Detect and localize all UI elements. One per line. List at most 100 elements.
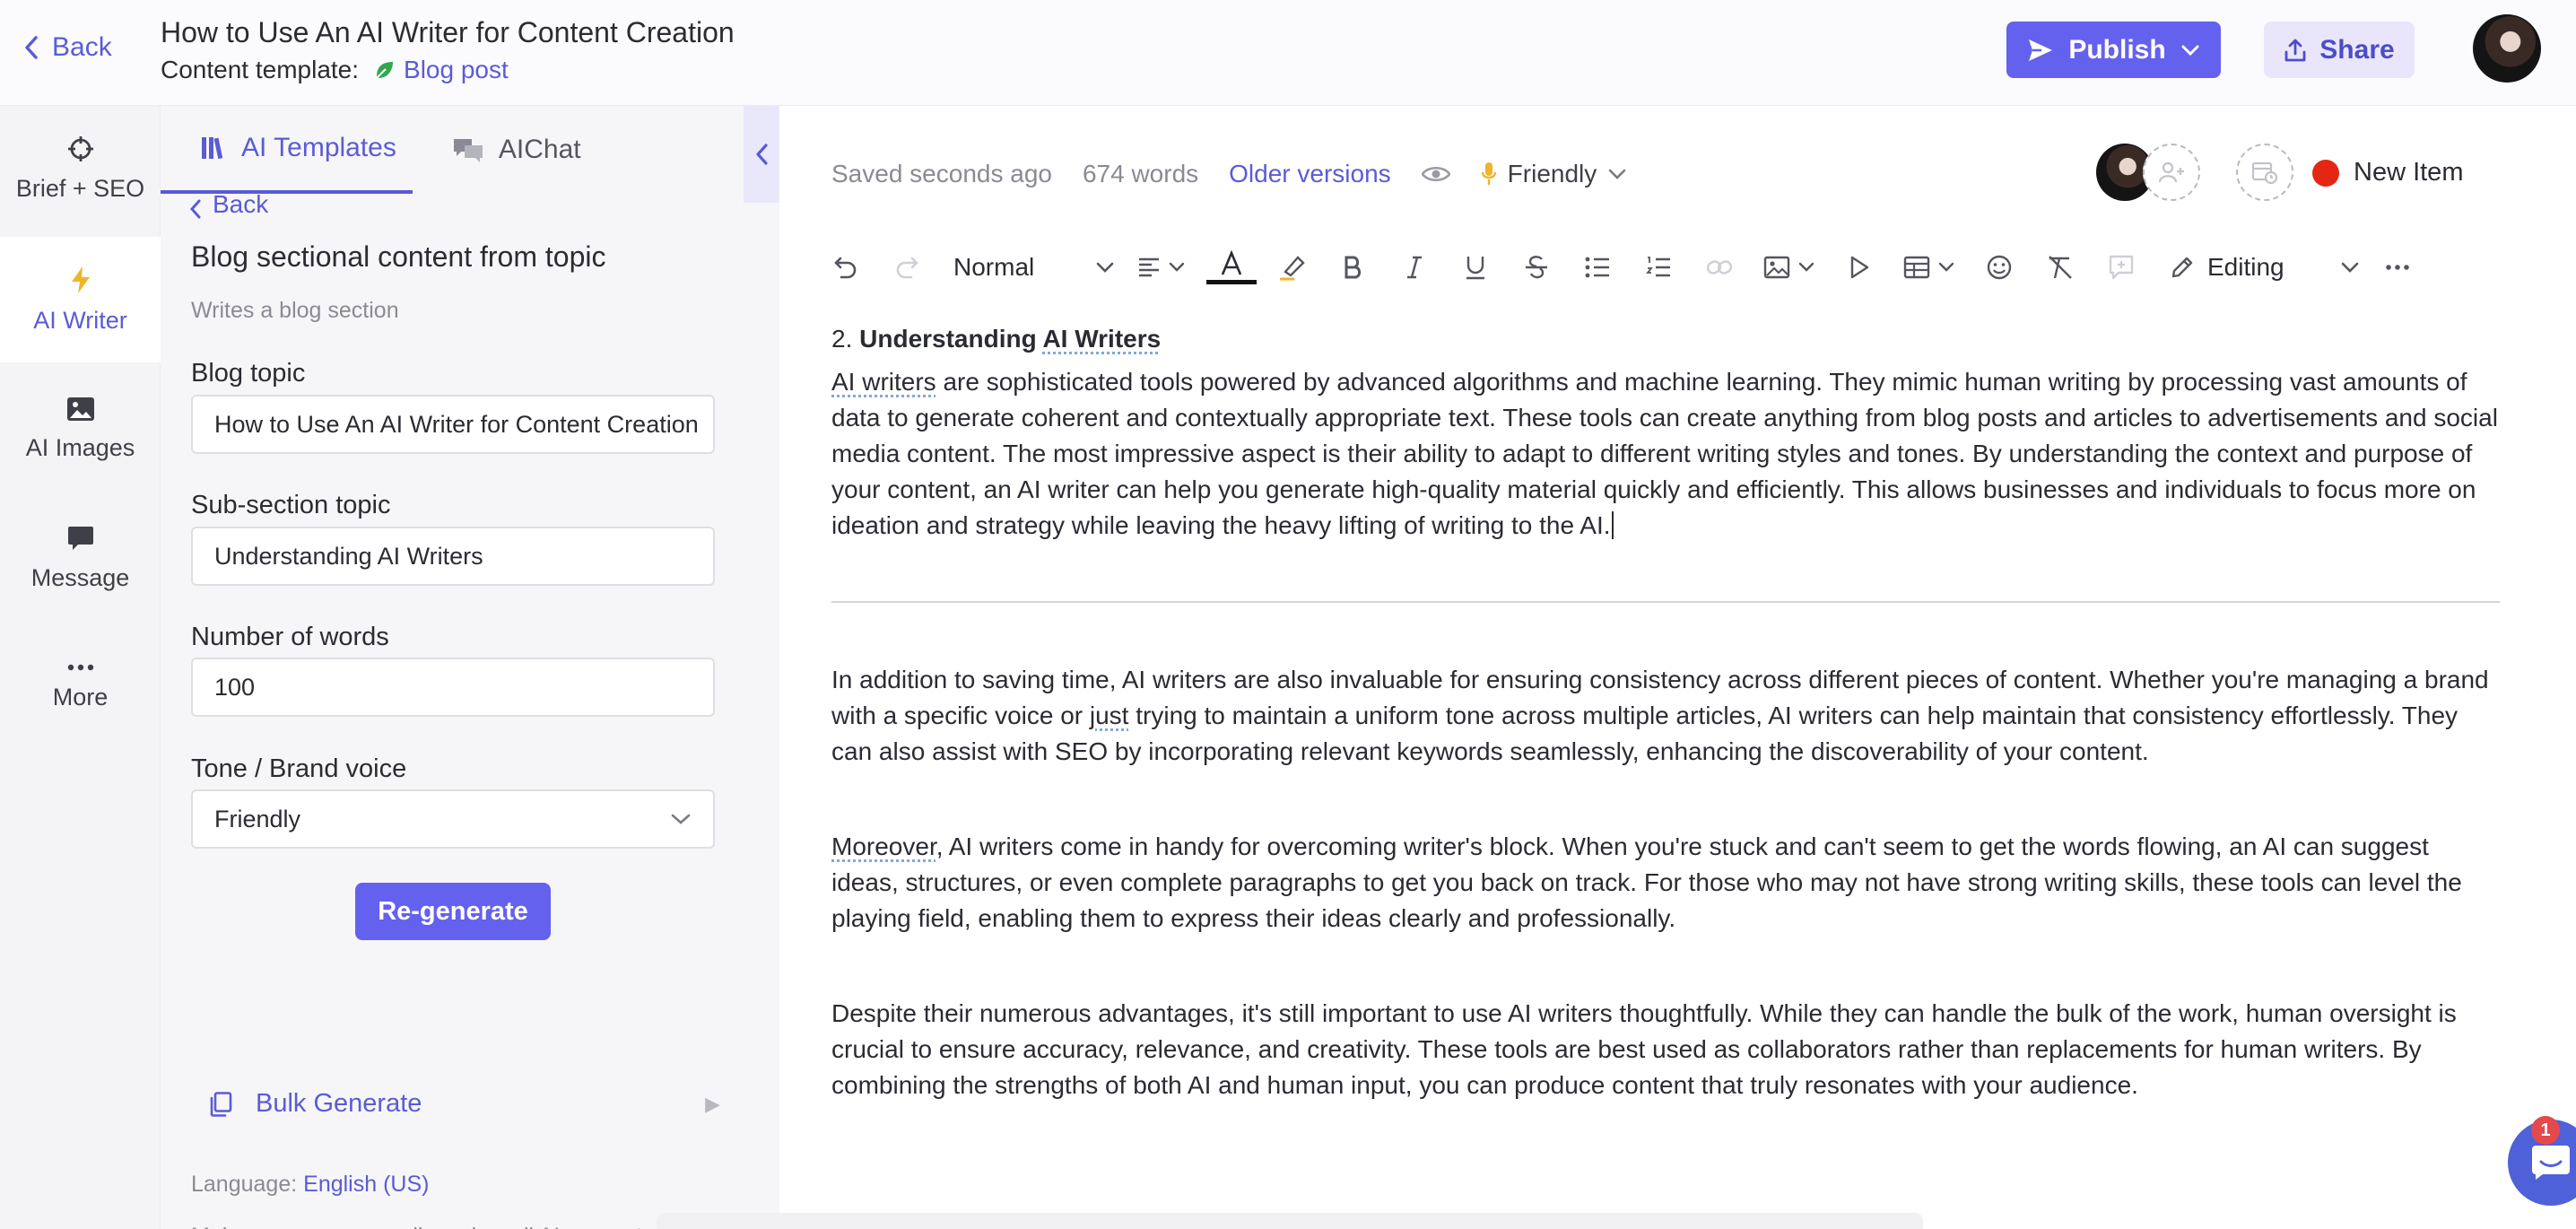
emoji-button[interactable] — [1969, 240, 2030, 294]
document-body[interactable]: 2. Understanding AI Writers AI writers a… — [831, 321, 2500, 1103]
paragraph-3-marked: Moreover — [831, 832, 936, 860]
regenerate-button[interactable]: Re-generate — [355, 883, 551, 940]
user-avatar[interactable] — [2473, 14, 2541, 83]
more-options-button[interactable] — [2367, 240, 2428, 294]
saved-status: Saved seconds ago — [831, 160, 1052, 187]
collapse-panel-button[interactable] — [744, 106, 779, 203]
rail-item-brief-seo[interactable]: Brief + SEO — [0, 106, 161, 231]
underline-icon — [1466, 257, 1484, 280]
chevron-left-icon — [756, 144, 768, 165]
number-of-words-input[interactable]: 100 — [191, 658, 715, 717]
share-icon — [2284, 39, 2306, 61]
rail-label: AI Images — [25, 433, 135, 461]
tab-ai-templates[interactable]: AI Templates — [161, 106, 413, 194]
chevron-left-icon — [189, 199, 201, 219]
add-collaborator-button[interactable] — [2143, 144, 2200, 201]
blog-topic-input[interactable]: How to Use An AI Writer for Content Crea… — [191, 395, 715, 454]
tone-dropdown[interactable]: Friendly — [1481, 160, 1628, 188]
align-left-icon — [1139, 257, 1159, 277]
chevron-down-icon — [1169, 262, 1185, 272]
back-button[interactable]: Back — [23, 32, 112, 63]
rail-label: More — [52, 683, 109, 710]
content-template-value: Blog post — [404, 56, 509, 83]
rail-item-ai-writer[interactable]: AI Writer — [0, 237, 161, 362]
image-icon — [66, 397, 94, 421]
chevron-down-icon — [1938, 262, 1954, 272]
insert-image-dropdown[interactable] — [1750, 240, 1829, 294]
comment-button[interactable] — [2091, 240, 2152, 294]
chat-bubble-icon — [67, 526, 93, 550]
number-of-words-label: Number of words — [191, 623, 389, 651]
paragraph-4: Despite their numerous advantages, it's … — [831, 999, 2457, 1099]
schedule-button[interactable] — [2236, 144, 2293, 201]
rail-item-more[interactable]: More — [0, 624, 161, 750]
content-template-label: Content template: — [161, 56, 360, 83]
rail-label: Message — [30, 563, 130, 591]
add-user-icon — [2158, 161, 2184, 183]
paragraph-1: AI writers are sophisticated tools power… — [831, 364, 2500, 544]
top-header: Back How to Use An AI Writer for Content… — [0, 0, 2576, 106]
chevron-down-icon — [1608, 169, 1626, 179]
word-count: 674 words — [1082, 160, 1199, 187]
align-dropdown[interactable] — [1122, 240, 1201, 294]
undo-button[interactable] — [815, 240, 876, 294]
paragraph-3-text: , AI writers come in handy for overcomin… — [831, 832, 2462, 932]
status-new-item[interactable]: New Item — [2312, 158, 2463, 187]
panel-back-link[interactable]: Back — [189, 192, 268, 219]
rail-item-message[interactable]: Message — [0, 495, 161, 621]
heading-number: 2. — [831, 325, 853, 353]
comment-add-icon — [2109, 255, 2134, 280]
subsection-topic-label: Sub-section topic — [191, 491, 391, 519]
italic-button[interactable] — [1384, 240, 1445, 294]
highlight-button[interactable] — [1262, 240, 1323, 294]
link-icon — [1706, 260, 1733, 275]
bullet-list-button[interactable] — [1567, 240, 1628, 294]
publish-button[interactable]: Publish — [2006, 22, 2221, 78]
heading-text: Understanding — [859, 325, 1043, 353]
tone-select[interactable]: Friendly — [191, 789, 715, 849]
subsection-topic-input[interactable]: Understanding AI Writers — [191, 527, 715, 586]
clear-format-button[interactable] — [2030, 240, 2091, 294]
review-disclaimer: Make sure you manually review all AI gen… — [191, 1218, 729, 1229]
smiley-icon — [1987, 255, 2012, 280]
strikethrough-button[interactable] — [1506, 240, 1567, 294]
language-value[interactable]: English (US) — [303, 1172, 429, 1197]
underline-button[interactable] — [1445, 240, 1506, 294]
text-color-button[interactable] — [1201, 240, 1262, 294]
insert-video-button[interactable] — [1829, 240, 1890, 294]
paragraph-1-text: are sophisticated tools powered by advan… — [831, 368, 2498, 539]
bulk-generate-row[interactable]: Bulk Generate ▶ — [209, 1089, 720, 1119]
bulk-generate-label: Bulk Generate — [256, 1089, 422, 1118]
text-style-select[interactable]: Normal — [937, 240, 1122, 294]
redo-button[interactable] — [876, 240, 937, 294]
chat-icon — [453, 139, 483, 162]
template-subtitle: Writes a blog section — [191, 298, 399, 323]
bold-icon — [1345, 256, 1362, 279]
content-template-link[interactable]: Blog post — [373, 56, 509, 84]
left-rail: Brief + SEO AI Writer AI Images Message … — [0, 106, 161, 1229]
insert-table-dropdown[interactable] — [1890, 240, 1969, 294]
rail-item-ai-images[interactable]: AI Images — [0, 366, 161, 492]
bold-button[interactable] — [1323, 240, 1384, 294]
numbered-list-button[interactable] — [1628, 240, 1689, 294]
status-label: New Item — [2354, 158, 2464, 187]
paragraph-2: In addition to saving time, AI writers a… — [831, 662, 2500, 770]
editing-mode-select[interactable]: Editing — [2152, 240, 2367, 294]
tab-aichat[interactable]: AIChat — [413, 106, 597, 194]
text-cursor — [1611, 511, 1614, 539]
share-label: Share — [2319, 34, 2395, 65]
older-versions-link[interactable]: Older versions — [1229, 160, 1391, 188]
chevron-down-icon — [2181, 45, 2199, 56]
link-button[interactable] — [1689, 240, 1750, 294]
dots-icon — [67, 664, 93, 670]
redo-icon — [896, 257, 918, 279]
eye-icon[interactable] — [1421, 164, 1450, 184]
highlighter-icon — [1280, 256, 1305, 281]
language-row: Language: English (US) — [191, 1172, 429, 1198]
chevron-down-icon — [1798, 262, 1815, 272]
panel-tabs: AI Templates AIChat — [161, 106, 744, 194]
paragraph-2-marked: just — [1089, 702, 1129, 729]
share-button[interactable]: Share — [2264, 22, 2415, 78]
document-title: How to Use An AI Writer for Content Crea… — [161, 16, 735, 48]
italic-icon — [1407, 256, 1422, 279]
